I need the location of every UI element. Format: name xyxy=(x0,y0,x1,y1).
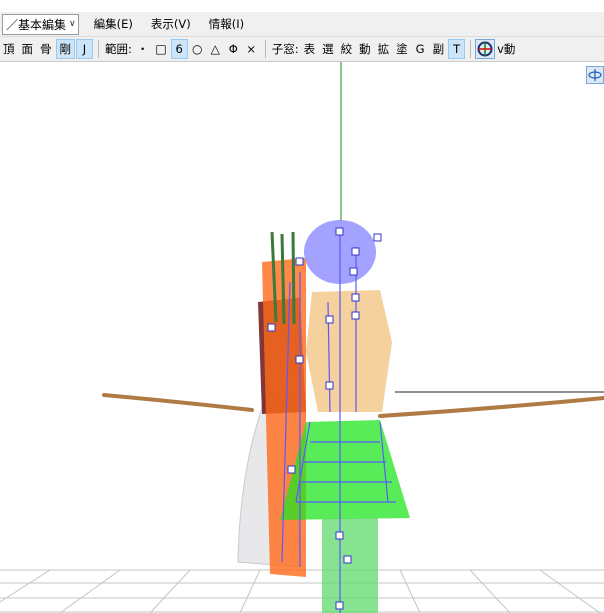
axis-target-icon xyxy=(477,41,493,57)
view-move-label: v動 xyxy=(497,42,516,56)
chevron-down-icon: ∨ xyxy=(69,19,76,29)
range-rect-button[interactable]: □ xyxy=(152,39,169,59)
child-g-button[interactable]: G xyxy=(412,39,429,59)
range-clear-button[interactable]: × xyxy=(243,39,260,59)
toolbar-separator xyxy=(98,40,99,58)
bow-limb-left xyxy=(102,393,254,412)
range-triangle-button[interactable]: △ xyxy=(207,39,224,59)
toolbar-separator xyxy=(264,40,266,58)
child-scale-button[interactable]: 拡 xyxy=(375,39,393,59)
torso-shape xyxy=(306,290,392,412)
child-sub-button[interactable]: 副 xyxy=(430,39,448,59)
child-filter-button[interactable]: 絞 xyxy=(338,39,356,59)
select-joint-toggle[interactable]: J xyxy=(76,39,93,59)
range-circle-button[interactable]: ○ xyxy=(189,39,206,59)
toolbar-separator xyxy=(470,40,472,58)
leg-rigid-body xyxy=(322,518,378,613)
menu-view[interactable]: 表示(V) xyxy=(148,14,194,34)
child-window-label: 子窓: xyxy=(271,42,299,56)
child-table-button[interactable]: 表 xyxy=(301,39,319,59)
axis-toggle-button[interactable] xyxy=(475,39,496,59)
child-move-button[interactable]: 動 xyxy=(356,39,374,59)
range-label: 範囲: xyxy=(105,42,132,56)
view-rotate-gizmo-icon[interactable] xyxy=(586,66,604,84)
select-rigidbody-toggle[interactable]: 剛 xyxy=(55,39,75,59)
select-bone-toggle[interactable]: 骨 xyxy=(37,39,55,59)
3d-viewport[interactable] xyxy=(0,62,604,613)
menu-bar: ／基本編集 ∨ 編集(E) 表示(V) 情報(I) xyxy=(0,12,604,37)
select-face-toggle[interactable]: 面 xyxy=(19,39,37,59)
child-t-toggle[interactable]: T xyxy=(448,39,466,59)
range-6-button[interactable]: 6 xyxy=(170,39,188,59)
menu-edit[interactable]: 編集(E) xyxy=(91,14,136,34)
bow-limb-right xyxy=(378,396,604,418)
range-point-button[interactable]: ・ xyxy=(134,39,152,59)
child-select-button[interactable]: 選 xyxy=(319,39,337,59)
scene-canvas[interactable] xyxy=(0,62,604,613)
edit-mode-value: ／基本編集 xyxy=(6,17,67,32)
select-vertex-toggle[interactable]: 頂 xyxy=(0,39,18,59)
range-phi-button[interactable]: Φ xyxy=(225,39,242,59)
menu-info[interactable]: 情報(I) xyxy=(206,14,247,34)
child-paint-button[interactable]: 塗 xyxy=(393,39,411,59)
edit-mode-dropdown[interactable]: ／基本編集 ∨ xyxy=(2,13,79,35)
toolbar: 頂 面 骨 剛 J 範囲: ・ □ 6 ○ △ Φ × 子窓: 表 選 絞 動 … xyxy=(0,37,604,62)
